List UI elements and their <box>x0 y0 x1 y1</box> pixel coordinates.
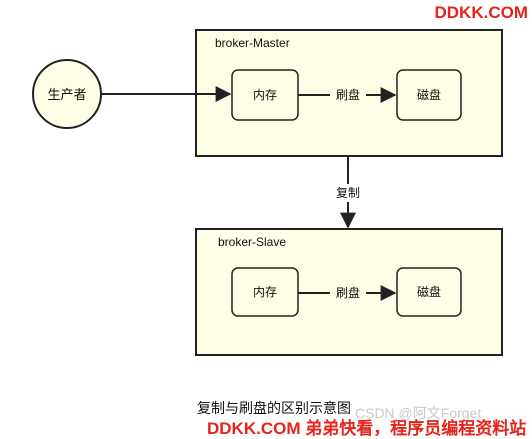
master-flush-label: 刷盘 <box>336 87 360 102</box>
replication-vs-flush-diagram: 生产者 broker-Master 内存 磁盘 刷盘 复制 broker-Sla… <box>32 29 503 416</box>
slave-disk-label: 磁盘 <box>417 284 441 299</box>
master-disk-label: 磁盘 <box>417 87 441 102</box>
master-memory-label: 内存 <box>253 88 277 102</box>
producer-label: 生产者 <box>47 87 86 102</box>
slave-flush-label: 刷盘 <box>336 285 360 300</box>
slave-memory-label: 内存 <box>253 285 277 299</box>
watermark-bottom: DDKK.COM 弟弟快看，程序员编程资料站 <box>207 419 527 438</box>
replication-label: 复制 <box>336 186 360 200</box>
watermark-top: DDKK.COM <box>434 3 529 22</box>
broker-slave-title: broker-Slave <box>218 235 286 249</box>
broker-master-title: broker-Master <box>215 36 290 50</box>
